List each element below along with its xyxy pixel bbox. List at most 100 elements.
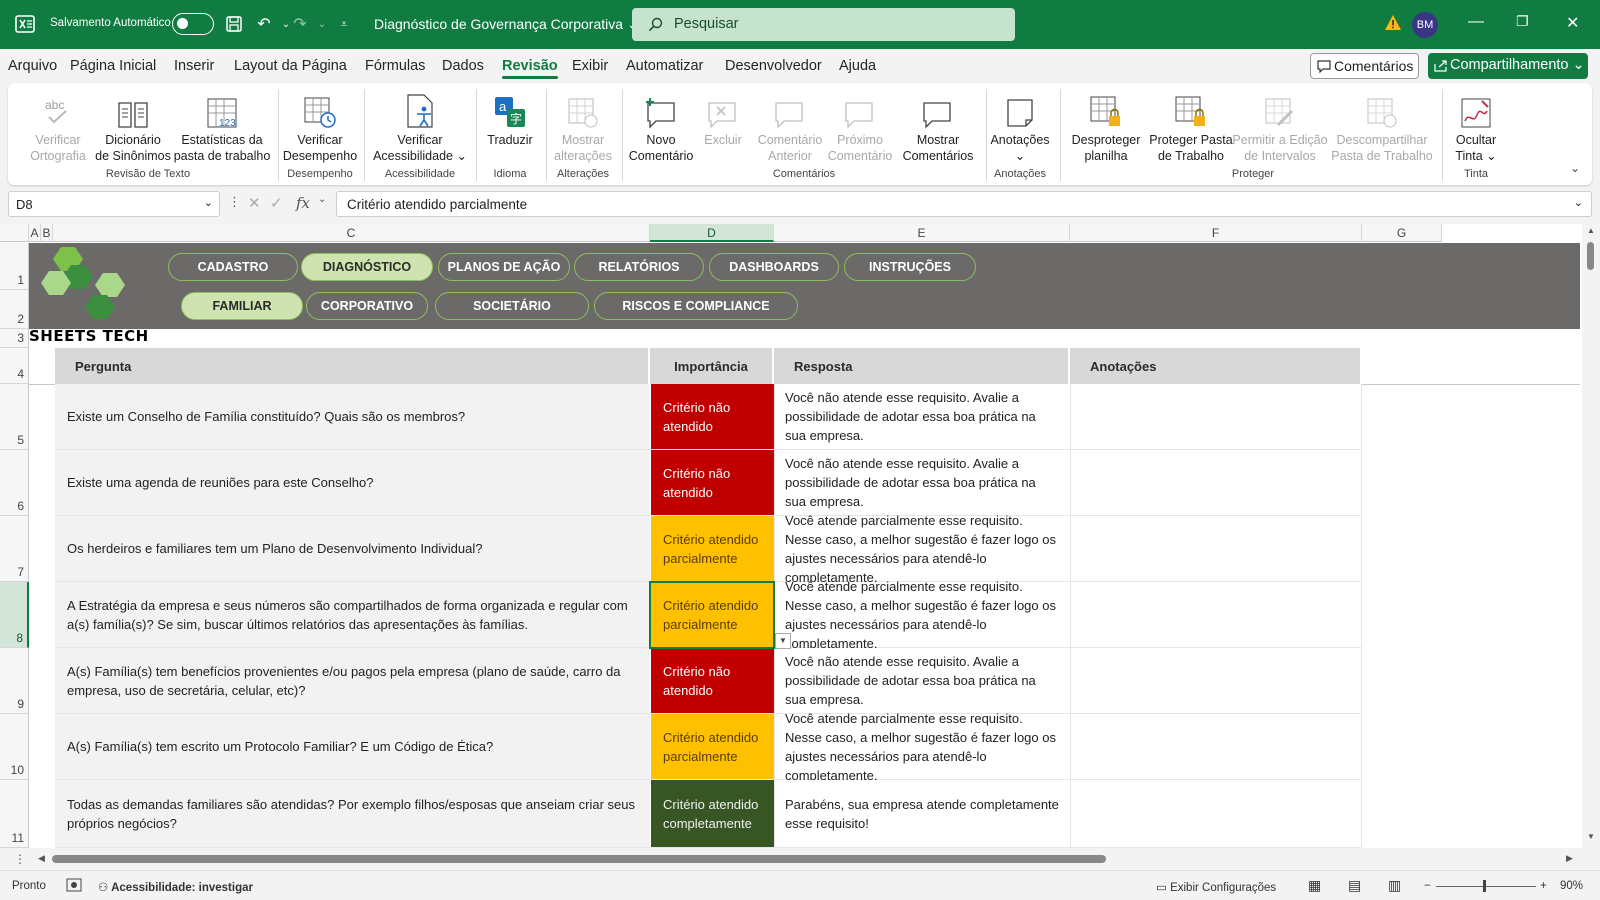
nav-societario-button[interactable]: SOCIETÁRIO: [435, 292, 589, 320]
horizontal-scrollbar[interactable]: ⋮ ◀ ▶: [0, 848, 1600, 870]
accessibility-status[interactable]: ⚇ Acessibilidade: investigar: [98, 880, 253, 894]
notes-cell[interactable]: [1070, 582, 1362, 648]
importance-cell[interactable]: Critério não atendido: [650, 384, 774, 450]
notes-cell[interactable]: [1070, 384, 1362, 450]
more-options-icon[interactable]: ⋮: [228, 194, 241, 210]
tab-exibir[interactable]: Exibir: [572, 58, 608, 74]
zoom-slider-thumb[interactable]: [1483, 880, 1486, 892]
function-dropdown-icon[interactable]: ⌄: [318, 194, 326, 205]
unprotect-sheet-button[interactable]: Desproteger planilha: [1068, 89, 1144, 164]
redo-icon[interactable]: ↷: [288, 12, 312, 36]
column-header-a[interactable]: A: [29, 224, 41, 242]
zoom-in-icon[interactable]: +: [1540, 880, 1547, 892]
question-cell[interactable]: Todas as demandas familiares são atendid…: [55, 780, 650, 848]
tab-automatizar[interactable]: Automatizar: [626, 58, 703, 74]
allow-edit-ranges-button[interactable]: Permitir a Edição de Intervalos: [1230, 89, 1330, 164]
row-header-1[interactable]: 1: [0, 243, 29, 290]
response-cell[interactable]: Você não atende esse requisito. Avalie a…: [774, 648, 1070, 714]
tab-desenvolvedor[interactable]: Desenvolvedor: [725, 58, 822, 74]
warning-icon[interactable]: [1384, 14, 1402, 32]
autosave-toggle[interactable]: [172, 13, 214, 35]
restore-icon[interactable]: ❐: [1516, 13, 1529, 30]
search-box[interactable]: Pesquisar: [632, 8, 1015, 41]
zoom-slider[interactable]: [1436, 886, 1536, 887]
close-icon[interactable]: ✕: [1566, 13, 1579, 33]
translate-button[interactable]: a 字 Traduzir: [478, 89, 542, 148]
row-header-9[interactable]: 9: [0, 648, 29, 714]
check-accessibility-button[interactable]: Verificar Acessibilidade ⌄: [372, 89, 468, 164]
importance-cell[interactable]: Critério atendido parcialmente: [650, 516, 774, 582]
nav-dashboards-button[interactable]: DASHBOARDS: [709, 253, 839, 281]
cell-dropdown-icon[interactable]: ▼: [775, 633, 791, 649]
response-cell[interactable]: Você atende parcialmente esse requisito.…: [774, 513, 1070, 585]
response-cell[interactable]: Você atende parcialmente esse requisito.…: [774, 711, 1070, 783]
hide-ink-button[interactable]: Ocultar Tinta ⌄: [1448, 89, 1504, 164]
sheet-tabs-options-icon[interactable]: ⋮: [14, 852, 26, 866]
vertical-scrollbar[interactable]: ▲ ▼: [1582, 224, 1600, 848]
nav-cadastro-button[interactable]: CADASTRO: [168, 253, 298, 281]
select-all-corner[interactable]: [0, 224, 29, 242]
zoom-out-icon[interactable]: −: [1424, 880, 1431, 892]
scroll-left-icon[interactable]: ◀: [38, 853, 45, 864]
row-header-5[interactable]: 5: [0, 384, 29, 450]
horizontal-scroll-thumb[interactable]: [52, 855, 1106, 863]
notes-cell[interactable]: [1070, 648, 1362, 714]
previous-comment-button[interactable]: Comentário Anterior: [754, 89, 826, 164]
notes-cell[interactable]: [1070, 714, 1362, 780]
thesaurus-button[interactable]: Dicionário de Sinônimos: [88, 89, 178, 164]
question-cell[interactable]: Os herdeiros e familiares tem um Plano d…: [55, 516, 650, 582]
column-header-c[interactable]: C: [53, 224, 650, 242]
importance-cell[interactable]: Critério atendido completamente: [650, 780, 774, 848]
undo-icon[interactable]: ↶: [252, 12, 276, 36]
nav-riscos-compliance-button[interactable]: RISCOS E COMPLIANCE: [594, 292, 798, 320]
next-comment-button[interactable]: Próximo Comentário: [824, 89, 896, 164]
tab-arquivo[interactable]: Arquivo: [8, 58, 57, 74]
nav-diagnostico-button[interactable]: DIAGNÓSTICO: [301, 253, 433, 281]
comments-button[interactable]: Comentários: [1310, 53, 1419, 79]
question-cell[interactable]: A(s) Família(s) tem benefícios provenien…: [55, 648, 650, 714]
customize-quick-access-icon[interactable]: ⩡: [332, 12, 356, 36]
importance-cell[interactable]: Critério não atendido: [650, 648, 774, 714]
importance-cell[interactable]: Critério não atendido: [650, 450, 774, 516]
question-cell[interactable]: A(s) Família(s) tem escrito um Protocolo…: [55, 714, 650, 780]
nav-familiar-button[interactable]: FAMILIAR: [181, 292, 303, 320]
response-cell[interactable]: Você não atende esse requisito. Avalie a…: [774, 384, 1070, 450]
insert-function-icon[interactable]: fx: [296, 194, 310, 212]
nav-corporativo-button[interactable]: CORPORATIVO: [306, 292, 428, 320]
row-header-7[interactable]: 7: [0, 516, 29, 582]
cancel-entry-icon[interactable]: ✕: [248, 194, 261, 212]
page-layout-view-icon[interactable]: ▤: [1348, 877, 1361, 894]
column-header-b[interactable]: B: [41, 224, 53, 242]
scroll-down-icon[interactable]: ▼: [1587, 832, 1595, 841]
minimize-icon[interactable]: —: [1468, 13, 1484, 31]
vertical-scroll-thumb[interactable]: [1587, 242, 1594, 270]
row-header-10[interactable]: 10: [0, 714, 29, 780]
delete-comment-button[interactable]: Excluir: [694, 89, 752, 148]
importance-cell[interactable]: Critério atendido parcialmente: [650, 714, 774, 780]
normal-view-icon[interactable]: ▦: [1308, 877, 1321, 894]
collapse-ribbon-icon[interactable]: ⌄: [1570, 161, 1580, 175]
confirm-entry-icon[interactable]: ✓: [270, 194, 283, 212]
show-changes-button[interactable]: Mostrar alterações: [548, 89, 618, 164]
row-header-3[interactable]: 3: [0, 329, 29, 348]
question-cell[interactable]: Existe um Conselho de Família constituíd…: [55, 384, 650, 450]
tab-ajuda[interactable]: Ajuda: [839, 58, 876, 74]
response-cell[interactable]: Você atende parcialmente esse requisito.…: [774, 579, 1070, 651]
macro-record-icon[interactable]: [66, 878, 82, 895]
tab-pagina-inicial[interactable]: Página Inicial: [70, 58, 156, 74]
row-header-4[interactable]: 4: [0, 348, 29, 384]
page-break-view-icon[interactable]: ▥: [1388, 877, 1401, 894]
tab-dados[interactable]: Dados: [442, 58, 484, 74]
display-settings[interactable]: ▭ Exibir Configurações: [1156, 880, 1276, 894]
name-box[interactable]: D8 ⌄: [8, 191, 220, 217]
row-header-11[interactable]: 11: [0, 780, 29, 848]
tab-formulas[interactable]: Fórmulas: [365, 58, 425, 74]
nav-planos-acao-button[interactable]: PLANOS DE AÇÃO: [438, 253, 570, 281]
notes-cell[interactable]: [1070, 450, 1362, 516]
zoom-level[interactable]: 90%: [1560, 880, 1583, 892]
scroll-up-icon[interactable]: ▲: [1587, 226, 1595, 235]
column-header-f[interactable]: F: [1070, 224, 1362, 242]
column-header-g[interactable]: G: [1362, 224, 1442, 242]
column-header-d[interactable]: D: [650, 224, 774, 242]
row-header-8[interactable]: 8: [0, 582, 29, 648]
